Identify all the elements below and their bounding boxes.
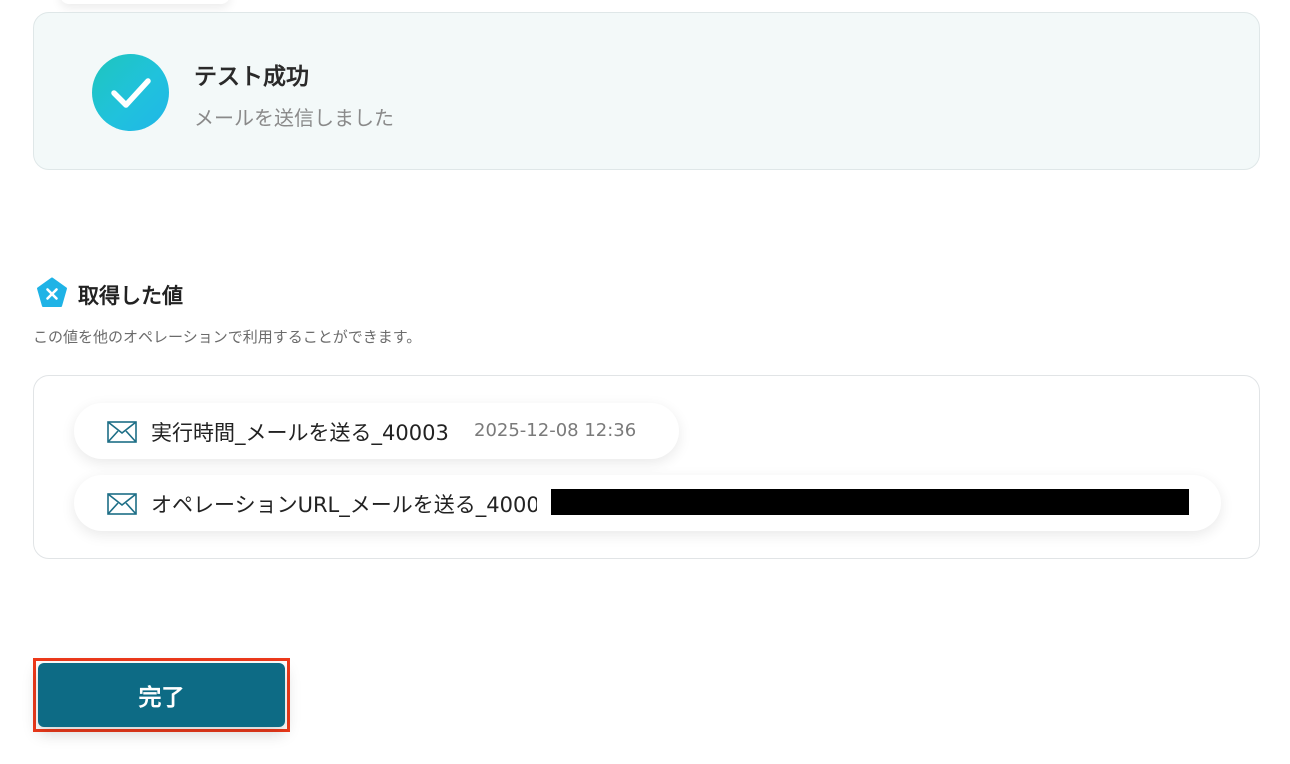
success-subtitle: メールを送信しました xyxy=(194,106,394,130)
redacted-value xyxy=(551,489,1189,515)
acquired-values-title: 取得した値 xyxy=(78,284,183,308)
value-text: 2025-12-08 12:36 xyxy=(474,420,637,441)
done-button[interactable]: 完了 xyxy=(38,663,285,727)
check-circle-icon xyxy=(92,54,169,131)
value-label: オペレーションURL_メールを送る_4000 xyxy=(151,493,537,517)
test-success-card: テスト成功 メールを送信しました xyxy=(33,12,1260,170)
acquired-values-description: この値を他のオペレーションで利用することができます。 xyxy=(33,328,422,346)
mail-icon xyxy=(107,421,137,443)
mail-icon xyxy=(107,493,137,515)
value-pill-execution-time[interactable]: 実行時間_メールを送る_40003 2025-12-08 12:36 xyxy=(74,403,679,459)
yoom-logo-icon xyxy=(36,277,68,309)
previous-card-edge xyxy=(60,0,230,4)
success-title: テスト成功 xyxy=(194,64,309,90)
value-label: 実行時間_メールを送る_40003 xyxy=(151,421,449,445)
value-pill-operation-url[interactable]: オペレーションURL_メールを送る_4000 xyxy=(74,475,1221,531)
